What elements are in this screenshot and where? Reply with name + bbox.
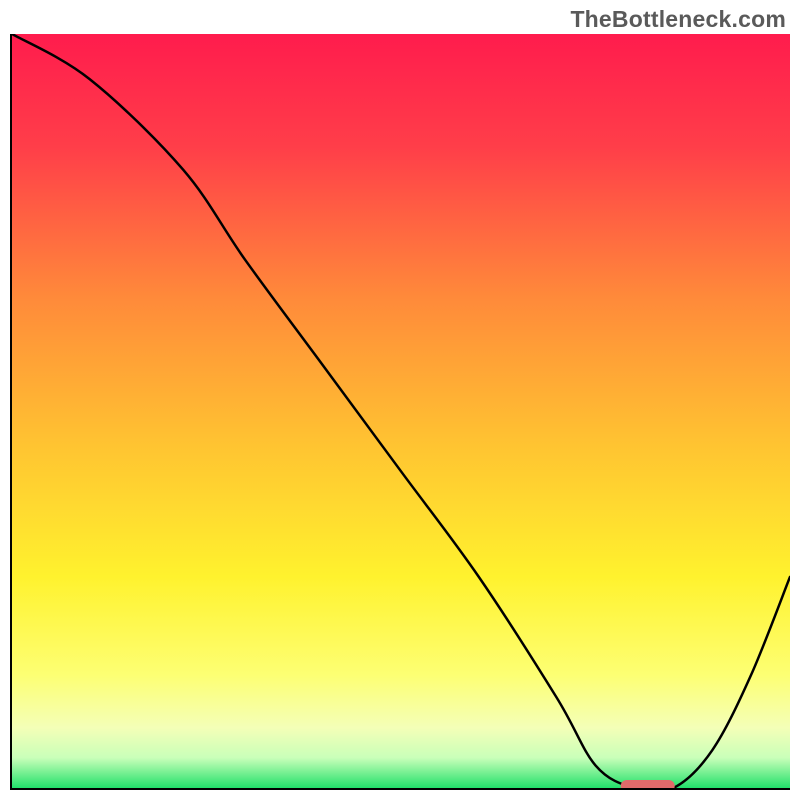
chart-axes bbox=[10, 34, 790, 790]
chart-curve bbox=[12, 34, 790, 788]
chart-container bbox=[10, 34, 790, 790]
chart-minimum-marker bbox=[620, 780, 675, 790]
watermark-text: TheBottleneck.com bbox=[570, 6, 786, 33]
